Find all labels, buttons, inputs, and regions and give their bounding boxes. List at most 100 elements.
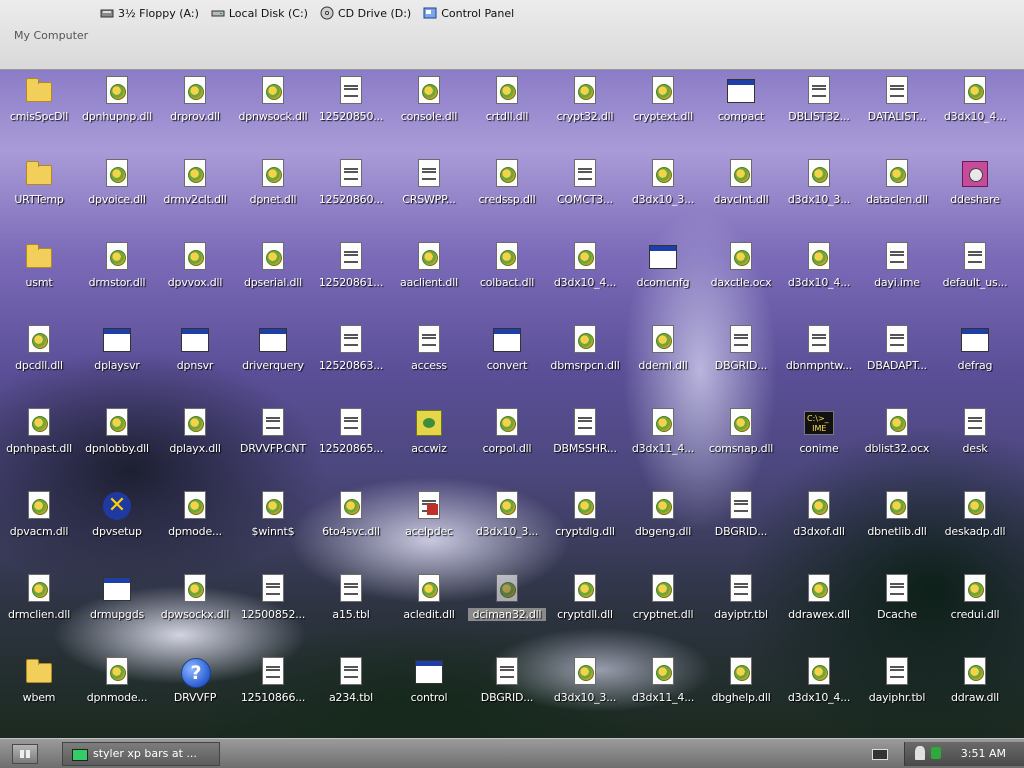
desktop-icon[interactable]: credui.dll: [936, 570, 1014, 630]
desktop-icon[interactable]: a15.tbl: [312, 570, 390, 630]
desktop-icon[interactable]: compact: [702, 72, 780, 132]
desktop-icon[interactable]: dpnhupnp.dll: [78, 72, 156, 132]
desktop-icon[interactable]: davclnt.dll: [702, 155, 780, 215]
desktop-icon[interactable]: dpnmode...: [78, 653, 156, 713]
desktop-icon[interactable]: aaclient.dll: [390, 238, 468, 298]
desktop-icon[interactable]: COMCT3...: [546, 155, 624, 215]
desktop-icon[interactable]: d3dx10_3...: [624, 155, 702, 215]
desktop-icon[interactable]: usmt: [0, 238, 78, 298]
desktop-icon[interactable]: dpnet.dll: [234, 155, 312, 215]
desktop-icon[interactable]: drmstor.dll: [78, 238, 156, 298]
desktop-icon[interactable]: d3dx11_4...: [624, 653, 702, 713]
desktop-icon[interactable]: 12520860...: [312, 155, 390, 215]
desktop-icon[interactable]: ddeshare: [936, 155, 1014, 215]
desktop-icon[interactable]: desk: [936, 404, 1014, 464]
desktop-icon[interactable]: 12520850...: [312, 72, 390, 132]
desktop-icon[interactable]: ddeml.dll: [624, 321, 702, 381]
desktop-icon[interactable]: daxctle.ocx: [702, 238, 780, 298]
desktop-icon[interactable]: 12510866...: [234, 653, 312, 713]
desktop-icon[interactable]: d3dx10_4...: [546, 238, 624, 298]
desktop-icon[interactable]: dciman32.dll: [468, 570, 546, 630]
desktop-icon[interactable]: ✕ dpvsetup: [78, 487, 156, 547]
desktop-icon[interactable]: dplayx.dll: [156, 404, 234, 464]
desktop-icon[interactable]: dpserial.dll: [234, 238, 312, 298]
desktop-icon[interactable]: ddraw.dll: [936, 653, 1014, 713]
desktop-icon[interactable]: d3dx10_3...: [468, 487, 546, 547]
floppy-drive-link[interactable]: 3½ Floppy (A:): [100, 6, 199, 20]
control-panel-link[interactable]: Control Panel: [423, 6, 514, 20]
desktop-icon[interactable]: dbnmpntw...: [780, 321, 858, 381]
desktop-icon[interactable]: cryptdll.dll: [546, 570, 624, 630]
desktop-icon[interactable]: ? DRVVFP: [156, 653, 234, 713]
desktop-icon[interactable]: CRSWPP...: [390, 155, 468, 215]
desktop-icon[interactable]: d3dx11_4...: [624, 404, 702, 464]
desktop-icon[interactable]: DBGRID...: [702, 321, 780, 381]
desktop-icon[interactable]: dblist32.ocx: [858, 404, 936, 464]
desktop-icon[interactable]: dplaysvr: [78, 321, 156, 381]
desktop-icon[interactable]: DBLIST32...: [780, 72, 858, 132]
desktop-icon[interactable]: dayiphr.tbl: [858, 653, 936, 713]
desktop-icon[interactable]: dpcdll.dll: [0, 321, 78, 381]
desktop-icon[interactable]: 12520861...: [312, 238, 390, 298]
desktop-icon[interactable]: dataclen.dll: [858, 155, 936, 215]
desktop-icon[interactable]: access: [390, 321, 468, 381]
desktop-icon[interactable]: dpvvox.dll: [156, 238, 234, 298]
start-button[interactable]: [12, 744, 38, 764]
desktop-icon[interactable]: 12500852...: [234, 570, 312, 630]
desktop-icon[interactable]: cryptdlg.dll: [546, 487, 624, 547]
desktop-icon[interactable]: d3dx10_4...: [780, 653, 858, 713]
desktop-icon[interactable]: drmupgds: [78, 570, 156, 630]
desktop-icon[interactable]: acelpdec: [390, 487, 468, 547]
desktop-icon[interactable]: d3dx10_4...: [780, 238, 858, 298]
keyboard-icon[interactable]: [872, 749, 888, 760]
desktop-icon[interactable]: ddrawex.dll: [780, 570, 858, 630]
desktop-icon[interactable]: cryptext.dll: [624, 72, 702, 132]
desktop-icon[interactable]: dpnwsock.dll: [234, 72, 312, 132]
desktop-icon[interactable]: DBGRID...: [702, 487, 780, 547]
desktop-icon[interactable]: dpmode...: [156, 487, 234, 547]
cd-drive-link[interactable]: CD Drive (D:): [320, 6, 411, 20]
desktop-icon[interactable]: default_us...: [936, 238, 1014, 298]
desktop-icon[interactable]: dbmsrpcn.dll: [546, 321, 624, 381]
tray-app-icon[interactable]: [915, 746, 925, 760]
desktop-icon[interactable]: dcomcnfg: [624, 238, 702, 298]
desktop-icon[interactable]: corpol.dll: [468, 404, 546, 464]
desktop-icon[interactable]: dpvacm.dll: [0, 487, 78, 547]
desktop-icon[interactable]: dpwsockx.dll: [156, 570, 234, 630]
desktop-icon[interactable]: crypt32.dll: [546, 72, 624, 132]
desktop-icon[interactable]: d3dx10_3...: [780, 155, 858, 215]
taskbar-item-styler[interactable]: styler xp bars at ...: [62, 742, 220, 766]
desktop-icon[interactable]: dpnlobby.dll: [78, 404, 156, 464]
desktop-icon[interactable]: colbact.dll: [468, 238, 546, 298]
desktop[interactable]: cmisSpcDll URTTemp usmt dpcdll.dll dpnhpast.…: [0, 70, 1024, 738]
desktop-icon[interactable]: drmv2clt.dll: [156, 155, 234, 215]
desktop-icon[interactable]: 12520863...: [312, 321, 390, 381]
desktop-icon[interactable]: console.dll: [390, 72, 468, 132]
desktop-icon[interactable]: dpvoice.dll: [78, 155, 156, 215]
desktop-icon[interactable]: DBADAPT...: [858, 321, 936, 381]
desktop-icon[interactable]: deskadp.dll: [936, 487, 1014, 547]
desktop-icon[interactable]: cmisSpcDll: [0, 72, 78, 132]
desktop-icon[interactable]: dbnetlib.dll: [858, 487, 936, 547]
desktop-icon[interactable]: dpnhpast.dll: [0, 404, 78, 464]
desktop-icon[interactable]: DBGRID...: [468, 653, 546, 713]
desktop-icon[interactable]: comsnap.dll: [702, 404, 780, 464]
desktop-icon[interactable]: dayiptr.tbl: [702, 570, 780, 630]
desktop-icon[interactable]: 6to4svc.dll: [312, 487, 390, 547]
desktop-icon[interactable]: Dcache: [858, 570, 936, 630]
desktop-icon[interactable]: driverquery: [234, 321, 312, 381]
desktop-icon[interactable]: acledit.dll: [390, 570, 468, 630]
desktop-icon[interactable]: URTTemp: [0, 155, 78, 215]
desktop-icon[interactable]: dayi.ime: [858, 238, 936, 298]
desktop-icon[interactable]: a234.tbl: [312, 653, 390, 713]
desktop-icon[interactable]: C:\>_ IME conime: [780, 404, 858, 464]
desktop-icon[interactable]: d3dxof.dll: [780, 487, 858, 547]
desktop-icon[interactable]: 12520865...: [312, 404, 390, 464]
desktop-icon[interactable]: convert: [468, 321, 546, 381]
desktop-icon[interactable]: crtdll.dll: [468, 72, 546, 132]
desktop-icon[interactable]: wbem: [0, 653, 78, 713]
desktop-icon[interactable]: control: [390, 653, 468, 713]
desktop-icon[interactable]: DRVVFP.CNT: [234, 404, 312, 464]
desktop-icon[interactable]: drprov.dll: [156, 72, 234, 132]
desktop-icon[interactable]: dpnsvr: [156, 321, 234, 381]
